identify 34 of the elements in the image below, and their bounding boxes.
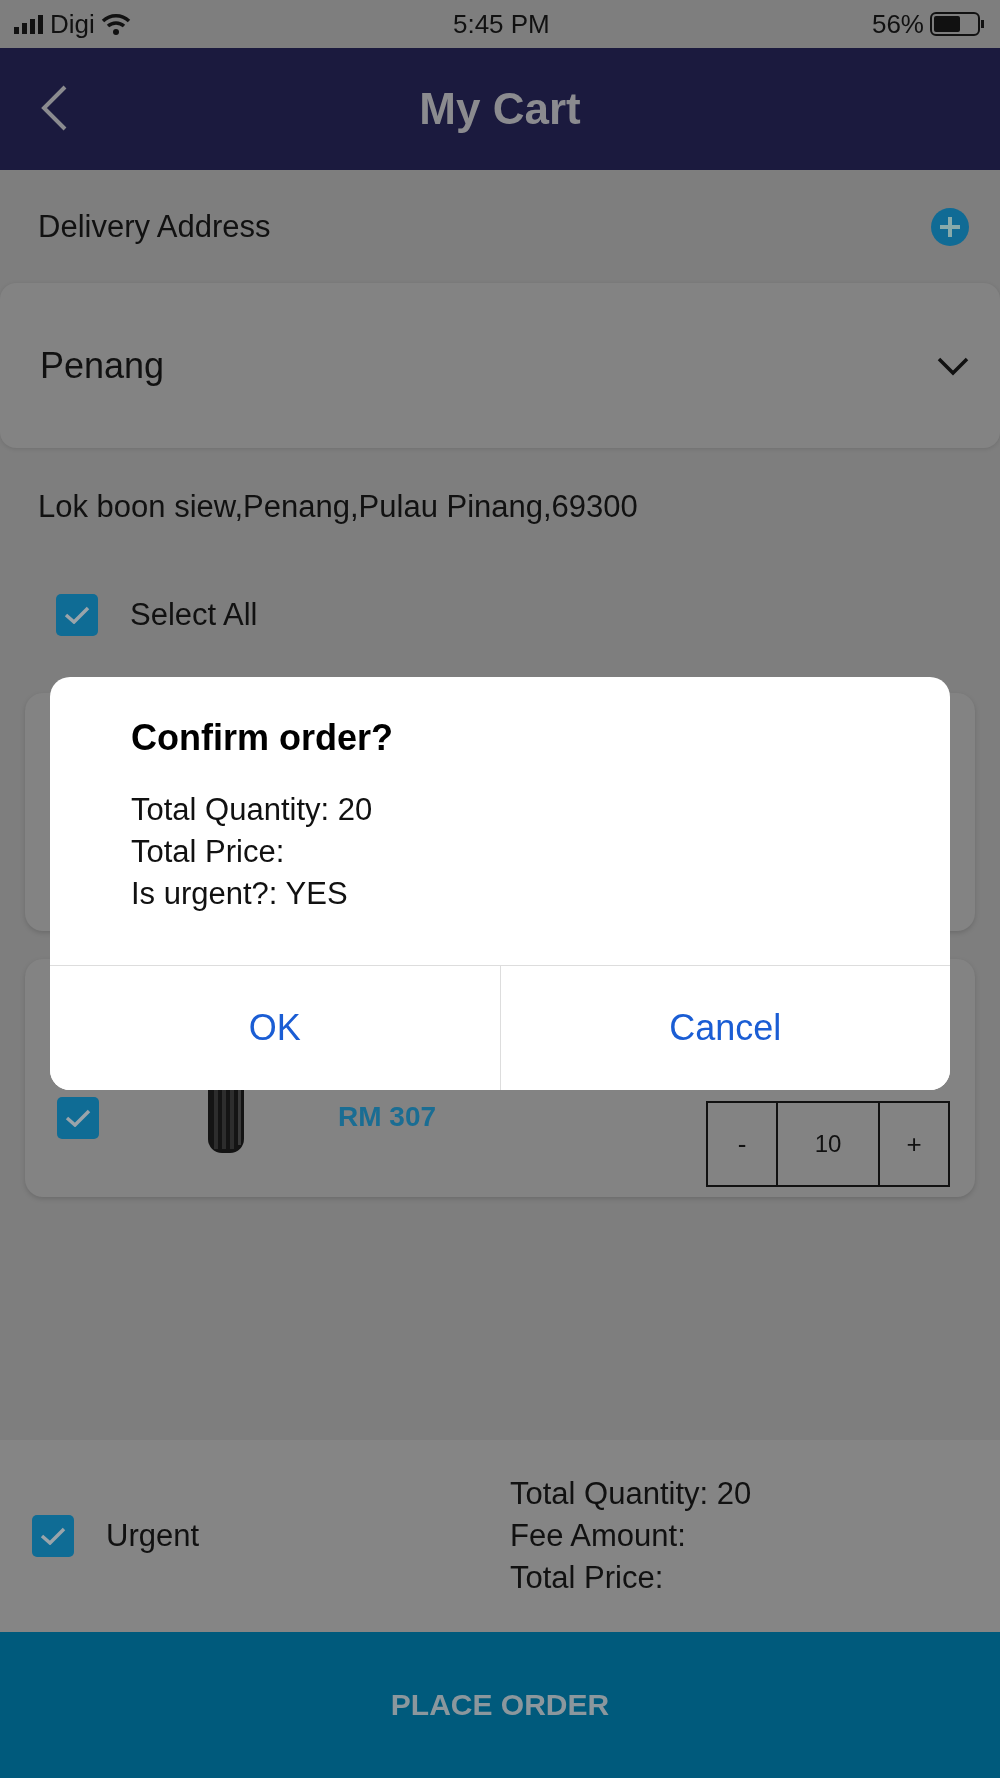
screen-title: My Cart [419, 84, 581, 134]
check-icon [40, 1527, 66, 1545]
address-text: Lok boon siew,Penang,Pulau Pinang,69300 [38, 489, 638, 525]
add-icon[interactable] [930, 206, 970, 247]
decrease-button[interactable]: - [708, 1103, 776, 1185]
product-price: RM 307 [338, 1101, 437, 1133]
dialog-text: Total Quantity: 20 [131, 791, 374, 829]
place-order-button[interactable]: PLACE ORDER [0, 1632, 1000, 1778]
total-line: Total Price: [510, 1559, 665, 1597]
checkbox[interactable] [56, 593, 98, 636]
back-icon[interactable] [40, 84, 68, 132]
location-dropdown[interactable]: Penang [0, 283, 1000, 448]
checkbox[interactable] [57, 1097, 99, 1139]
dialog-text: Is urgent?: YES [131, 875, 349, 913]
carrier-name: Digi [50, 8, 95, 40]
increase-button[interactable]: + [880, 1103, 948, 1185]
checkbox-label: Urgent [106, 1518, 200, 1554]
section-label: Delivery Address [38, 208, 271, 245]
check-icon [64, 605, 90, 624]
checkbox[interactable] [32, 1515, 74, 1557]
signal-icon [14, 14, 44, 34]
wifi-icon [100, 13, 131, 35]
clock-time: 5:45 PM [452, 8, 550, 40]
dialog-text: Total Price: [131, 833, 286, 871]
dialog-title: Confirm order? [131, 717, 394, 759]
total-line: Total Quantity: 20 [510, 1475, 752, 1513]
quantity-value: 10 [776, 1103, 880, 1185]
checkbox-label: Select All [130, 596, 258, 633]
dialog-button[interactable]: Cancel [499, 966, 950, 1090]
battery-percent: 56% [871, 8, 924, 40]
total-line: Fee Amount: [510, 1517, 687, 1555]
battery-icon [930, 12, 986, 36]
check-icon [65, 1109, 91, 1127]
chevron-icon [936, 355, 970, 376]
